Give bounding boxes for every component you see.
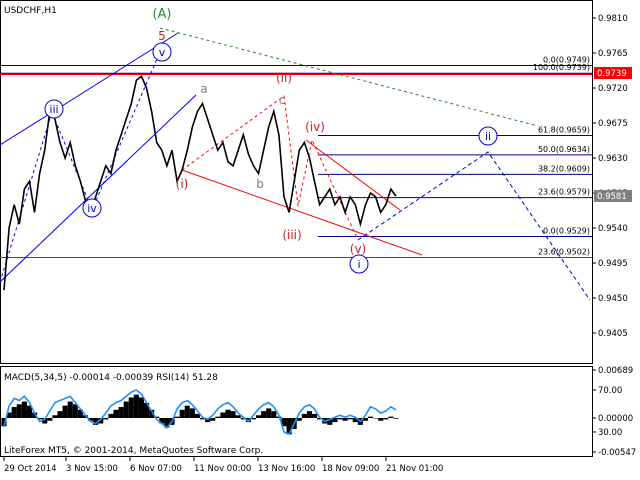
macd-bar	[301, 413, 307, 418]
macd-bar	[113, 409, 119, 418]
macd-bar	[62, 405, 68, 418]
macd-bar	[128, 397, 134, 418]
fib-level-label: 100.0(0.9739)	[533, 63, 590, 72]
indicator-label: MACD(5,34,5) -0.00014 -0.00039 RSI(14) 5…	[4, 373, 218, 383]
macd-bar	[11, 407, 17, 418]
wave-label: c	[279, 93, 286, 107]
fib-level-label: 23.6(0.9579)	[538, 188, 590, 197]
macd-bar	[383, 418, 389, 420]
macd-bar	[179, 409, 185, 418]
macd-bar	[189, 408, 195, 418]
fib-level-label: 50.0(0.9634)	[538, 145, 590, 154]
macd-bar	[103, 418, 109, 420]
wave-label: (iv)	[305, 120, 325, 134]
time-axis: 29 Oct 2014 3 Nov 15:00 6 Nov 07:00 11 Nov …	[3, 457, 443, 474]
price-tick-label: 0.9405	[598, 329, 628, 339]
macd-bar	[133, 394, 139, 418]
wave-label: 5	[158, 29, 166, 43]
macd-bar	[123, 401, 129, 418]
macd-bar	[72, 404, 78, 418]
macd-bar	[256, 415, 262, 418]
macd-bar	[52, 415, 58, 418]
macd-bar	[368, 416, 374, 418]
price-tick-label: 0.9630	[598, 154, 628, 164]
wave-label: ii	[485, 130, 491, 143]
macd-bar	[138, 397, 144, 418]
macd-bar	[235, 415, 241, 418]
macd-bar	[306, 411, 312, 418]
macd-bar	[266, 408, 272, 418]
macd-bar	[184, 405, 190, 418]
wave-label: i	[357, 258, 360, 271]
price-tick-label: 0.9450	[598, 294, 628, 304]
wave-label: (v)	[350, 242, 366, 256]
indicator-tick-label: 0.00000	[598, 414, 633, 424]
macd-bar	[393, 418, 399, 419]
price-axis: 0.98100.97650.97200.96750.96300.95850.95…	[592, 14, 628, 339]
time-tick-label: 3 Nov 15:00	[66, 464, 118, 474]
red-level-label: 0.9739	[597, 69, 627, 79]
current-price-label: 0.9581	[597, 192, 627, 202]
time-tick-label: 29 Oct 2014	[4, 464, 57, 474]
fib-level-label: 23.6(0.9502)	[538, 248, 590, 257]
price-tick-label: 0.9495	[598, 259, 628, 269]
wave-label: (A)	[152, 7, 171, 22]
macd-bar	[118, 407, 124, 418]
macd-bar	[108, 413, 114, 418]
macd-bar	[67, 401, 73, 418]
macd-bar	[378, 418, 384, 421]
time-tick-label: 6 Nov 07:00	[130, 464, 182, 474]
fib-level-label: 61.8(0.9659)	[538, 125, 590, 134]
symbol-title: USDCHF,H1	[4, 6, 57, 16]
time-tick-label: 18 Nov 09:00	[322, 464, 379, 474]
price-tick-label: 0.9540	[598, 224, 628, 234]
wave-label: iv	[87, 202, 97, 215]
wave-label: (i)	[176, 177, 189, 191]
macd-bar	[57, 411, 63, 418]
macd-bar	[215, 416, 221, 418]
indicator-tick-label: 0.00689	[598, 366, 633, 376]
indicator-tick-label: 70.00	[598, 386, 622, 396]
indicator-tick-label: -0.00547	[598, 448, 636, 458]
macd-bar	[194, 413, 200, 418]
time-tick-label: 21 Nov 01:00	[386, 464, 443, 474]
indicator-tick-label: 30.00	[598, 428, 622, 438]
forex-chart[interactable]: 0.98100.97650.97200.96750.96300.95850.95…	[0, 0, 640, 480]
macd-bar	[388, 416, 394, 418]
macd-bar	[271, 411, 277, 418]
time-tick-label: 11 Nov 00:00	[194, 464, 251, 474]
macd-bar	[21, 401, 27, 418]
wave-label: v	[159, 46, 166, 59]
time-tick-label: 13 Nov 16:00	[258, 464, 315, 474]
fib-level-label: 38.2(0.9609)	[538, 164, 590, 173]
macd-bar	[337, 418, 343, 420]
footer-text: LiteForex MT5, © 2001-2014, MetaQuotes S…	[4, 446, 263, 456]
main-chart-frame	[0, 0, 593, 364]
macd-bar	[230, 411, 236, 418]
price-tick-label: 0.9675	[598, 119, 628, 129]
wave-label: (ii)	[276, 71, 292, 85]
macd-bar	[312, 413, 318, 418]
macd-bar	[174, 416, 180, 418]
macd-bar	[373, 418, 379, 419]
macd-bar	[261, 411, 267, 418]
macd-bar	[225, 409, 231, 418]
wave-label: (iii)	[282, 228, 301, 242]
wave-label: b	[256, 177, 264, 191]
wave-label: iii	[49, 103, 58, 116]
macd-bar	[220, 412, 226, 418]
price-tick-label: 0.9765	[598, 49, 628, 59]
macd-bar	[342, 418, 348, 421]
price-tick-label: 0.9720	[598, 84, 628, 94]
macd-bar	[16, 404, 22, 418]
wave-label: a	[200, 82, 207, 96]
price-tick-label: 0.9810	[598, 14, 628, 24]
fib-level-label: 0.0(0.9529)	[543, 227, 590, 236]
macd-bar	[47, 418, 53, 421]
macd-bar	[210, 418, 216, 421]
macd-bar	[347, 418, 353, 420]
